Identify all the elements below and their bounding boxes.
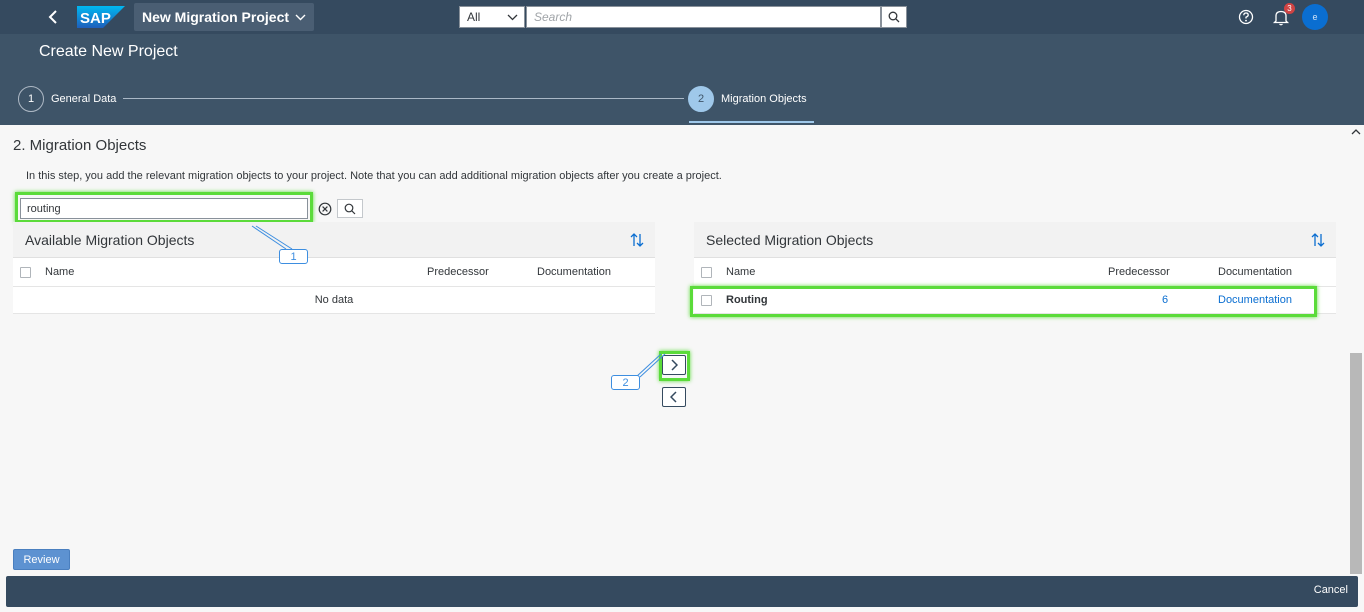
search-input[interactable]	[526, 6, 881, 28]
app-title: New Migration Project	[142, 9, 290, 25]
page-title: Create New Project	[39, 43, 178, 60]
avatar[interactable]: e	[1302, 4, 1328, 30]
available-objects-toolbar: Available Migration Objects	[13, 222, 655, 258]
review-button[interactable]: Review	[13, 549, 70, 570]
selected-sort-button[interactable]	[1308, 230, 1328, 250]
main-content: 2. Migration Objects In this step, you a…	[0, 125, 1348, 576]
page-header: Create New Project 1 General Data 2 Migr…	[0, 34, 1364, 125]
wizard-step-general-data[interactable]: 1 General Data	[18, 86, 116, 112]
chevron-down-icon	[295, 14, 306, 20]
shell-bar: SAP New Migration Project All 3 e	[0, 0, 1364, 34]
selected-table-header: Name Predecessor Documentation	[694, 258, 1336, 287]
page-scrollbar[interactable]	[1348, 125, 1364, 576]
clear-icon	[318, 202, 331, 215]
available-sort-button[interactable]	[627, 230, 647, 250]
footer-toolbar: Cancel	[6, 576, 1358, 607]
scroll-up-icon[interactable]	[1351, 127, 1361, 137]
section-title: 2. Migration Objects	[13, 137, 147, 154]
column-header-documentation: Documentation	[537, 266, 611, 278]
sap-logo-text: SAP	[80, 10, 111, 27]
annotation-callout-2: 2	[611, 375, 640, 390]
annotation-callout-1: 1	[279, 249, 308, 264]
empty-row: No data	[13, 287, 655, 314]
sort-icon	[630, 232, 644, 247]
row-name: Routing	[726, 294, 768, 306]
selected-objects-title: Selected Migration Objects	[706, 231, 874, 248]
row-predecessor-link[interactable]: 6	[1162, 294, 1168, 306]
search-icon	[888, 11, 900, 23]
sap-logo[interactable]: SAP	[77, 6, 125, 28]
step-number: 1	[18, 86, 44, 112]
move-to-available-button[interactable]	[662, 387, 686, 407]
column-header-predecessor: Predecessor	[427, 266, 489, 278]
wizard-step-migration-objects[interactable]: 2 Migration Objects	[688, 86, 807, 112]
no-data-text: No data	[314, 294, 354, 306]
search-button[interactable]	[881, 6, 907, 28]
selected-objects-panel: Selected Migration Objects Name Predeces…	[694, 222, 1336, 314]
row-checkbox[interactable]	[701, 295, 712, 306]
step-number: 2	[688, 86, 714, 112]
row-documentation-link[interactable]: Documentation	[1218, 294, 1292, 306]
cancel-button[interactable]: Cancel	[1314, 584, 1348, 596]
available-objects-title: Available Migration Objects	[25, 231, 195, 248]
move-to-selected-button[interactable]	[662, 355, 686, 375]
wizard-progress-line	[123, 98, 684, 99]
search-icon	[344, 203, 356, 214]
help-icon[interactable]	[1236, 7, 1256, 27]
back-icon[interactable]	[42, 6, 64, 28]
table-row[interactable]: Routing 6 Documentation	[694, 287, 1336, 314]
notifications-badge: 3	[1284, 3, 1295, 14]
search-scope-value: All	[467, 10, 481, 24]
select-all-checkbox[interactable]	[701, 267, 712, 278]
search-scope-select[interactable]: All	[459, 6, 525, 28]
scrollbar-thumb[interactable]	[1350, 353, 1362, 574]
clear-search-button[interactable]	[313, 199, 336, 218]
step-label: General Data	[51, 93, 117, 105]
available-table-header: Name Predecessor Documentation	[13, 258, 655, 287]
column-header-predecessor: Predecessor	[1108, 266, 1170, 278]
chevron-right-icon	[671, 359, 678, 371]
migration-object-search-input[interactable]	[20, 198, 308, 219]
step-label: Migration Objects	[721, 93, 807, 105]
sort-icon	[1311, 232, 1325, 247]
column-header-documentation: Documentation	[1218, 266, 1292, 278]
selected-objects-toolbar: Selected Migration Objects	[694, 222, 1336, 258]
section-description: In this step, you add the relevant migra…	[26, 170, 722, 182]
active-step-indicator	[689, 121, 814, 123]
app-title-menu[interactable]: New Migration Project	[134, 3, 315, 31]
select-all-checkbox[interactable]	[20, 267, 31, 278]
chevron-left-icon	[670, 391, 677, 403]
column-header-name: Name	[726, 266, 756, 278]
chevron-down-icon	[507, 14, 518, 20]
migration-object-search-button[interactable]	[337, 199, 363, 218]
column-header-name: Name	[45, 266, 75, 278]
available-objects-panel: Available Migration Objects Name Predece…	[13, 222, 655, 314]
